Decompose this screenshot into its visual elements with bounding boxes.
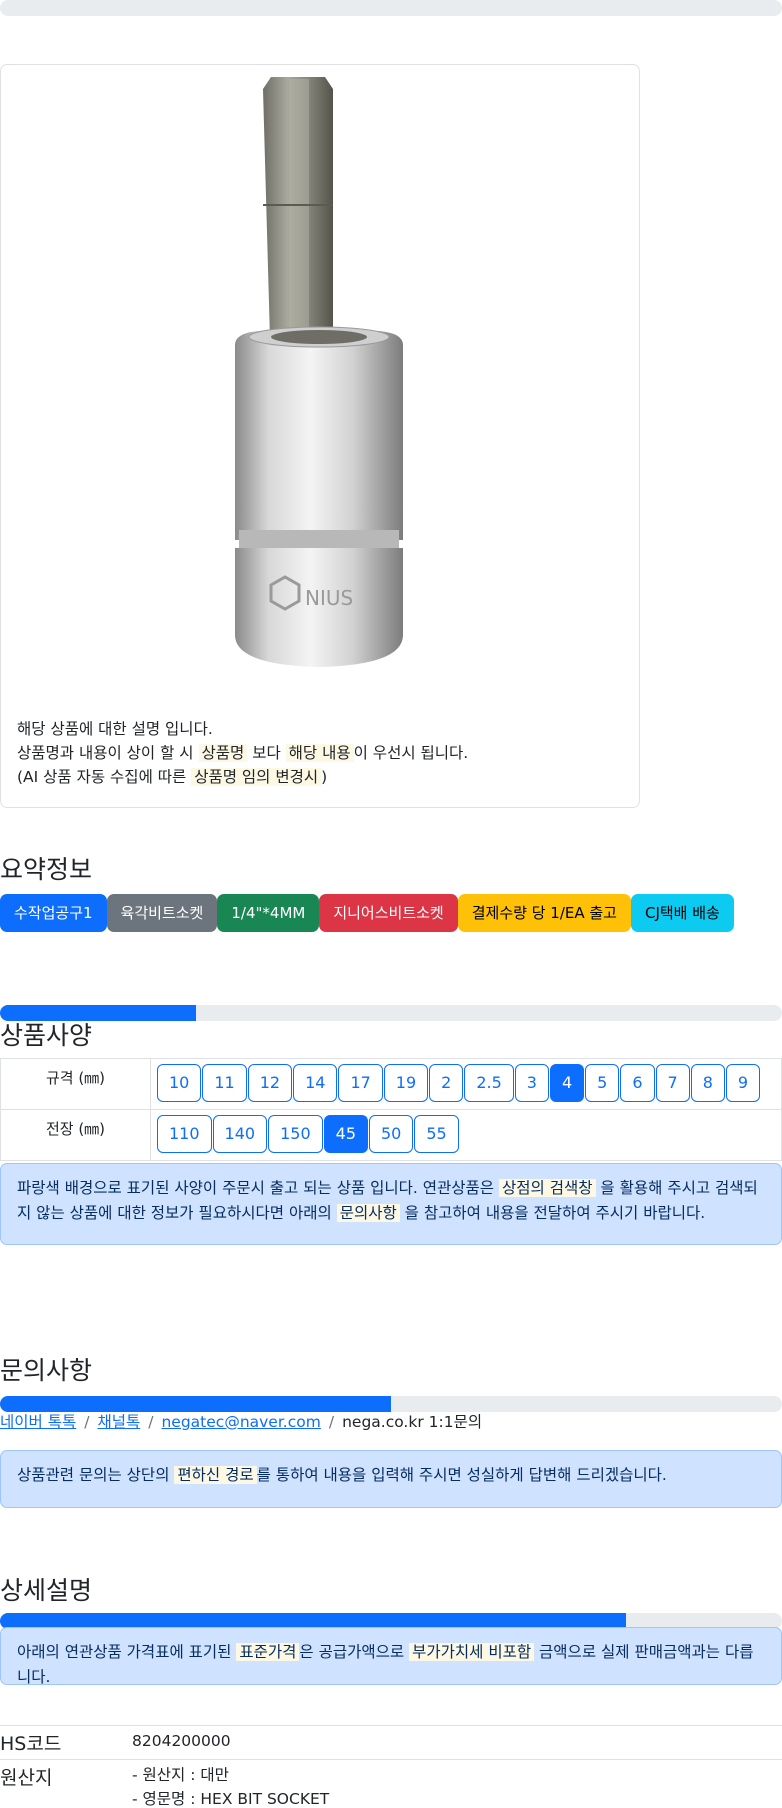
spec-option-size-3[interactable]: 3: [514, 1064, 549, 1102]
spec-options-size: 10 11 12 14 17 19 2 2.5 3 4 5 6 7 8 9: [150, 1058, 782, 1110]
contact-links: 네이버 톡톡 / 채널톡 / negatec@naver.com / nega.co.kr …: [0, 1410, 482, 1432]
spec-option-size-14[interactable]: 14: [293, 1064, 338, 1102]
spec-option-size-17[interactable]: 17: [338, 1064, 383, 1102]
desc-text: ): [321, 768, 328, 786]
email-link[interactable]: negatec@naver.com: [161, 1413, 320, 1431]
separator: /: [148, 1413, 154, 1431]
desc-text: 상품명과 내용이 상이 할 시: [17, 744, 199, 762]
spec-option-size-10[interactable]: 10: [157, 1064, 202, 1102]
detail-alert: 아래의 연관상품 가격표에 표기된 표준가격 은 공급가액으로 부가가치세 비포함…: [0, 1627, 782, 1686]
product-card: NIUS 해당 상품에 대한 설명 입니다. 상품명과 내용이 상이 할 시 상…: [0, 64, 640, 808]
inquiry-title: 문의사항: [0, 1356, 93, 1385]
spec-options-length: 110 140 150 45 50 55: [150, 1109, 782, 1161]
top-progress-bar: [0, 0, 782, 16]
alert-text: 은 공급가액으로: [299, 1643, 410, 1661]
origin-line: - 원산지 : 대만: [132, 1766, 229, 1784]
desc-line-1: 해당 상품에 대한 설명 입니다.: [17, 720, 213, 738]
highlight-vat: 부가가치세 비포함: [409, 1643, 535, 1661]
naver-talk-link[interactable]: 네이버 톡톡: [0, 1413, 76, 1431]
badge-quantity: 결제수량 당 1/EA 출고: [457, 894, 631, 932]
summary-progress-bar: [0, 1005, 782, 1021]
alert-text: 를 통하여 내용을 입력해 주시면 성실하게 답변해 드리겠습니다.: [256, 1466, 667, 1484]
top-progress-fill: [0, 0, 782, 16]
desc-text: (AI 상품 자동 수집에 따른: [17, 768, 192, 786]
desc-text: 이 우선시 됩니다.: [353, 744, 469, 762]
detail-title: 상세설명: [0, 1576, 93, 1605]
inquiry-alert: 상품관련 문의는 상단의 편하신 경로 를 통하여 내용을 입력해 주시면 성실하…: [0, 1450, 782, 1508]
spec-option-size-2[interactable]: 2: [429, 1064, 464, 1102]
summary-title: 요약정보: [0, 855, 93, 884]
spec-option-length-45[interactable]: 45: [323, 1115, 368, 1153]
spec-option-size-9[interactable]: 9: [725, 1064, 761, 1102]
spec-option-size-8[interactable]: 8: [690, 1064, 725, 1102]
highlight-rename: 상품명 임의 변경시: [191, 768, 322, 786]
spec-alert: 파랑색 배경으로 표기된 사양이 주문시 출고 되는 상품 입니다. 연관상품은…: [0, 1163, 782, 1245]
spec-option-length-55[interactable]: 55: [414, 1115, 459, 1153]
hs-code-label: HS코드: [0, 1725, 132, 1760]
spec-option-length-140[interactable]: 140: [212, 1115, 268, 1153]
alert-text: 아래의 연관상품 가격표에 표기된: [17, 1643, 237, 1661]
highlight-content: 해당 내용: [285, 744, 354, 762]
separator: /: [84, 1413, 90, 1431]
spec-option-length-150[interactable]: 150: [268, 1115, 323, 1153]
summary-badges: 수작업공구1 육각비트소켓 1/4"*4MM 지니어스비트소켓 결제수량 당 1…: [0, 894, 734, 932]
desc-text: 보다: [247, 744, 286, 762]
info-table: HS코드 8204200000 원산지 - 원산지 : 대만 - 영문명 : H…: [0, 1725, 782, 1808]
info-row-hs: HS코드 8204200000: [0, 1725, 782, 1760]
hex-bit-socket-image: NIUS: [235, 77, 403, 667]
spec-option-size-4[interactable]: 4: [549, 1064, 585, 1102]
spec-row-length: 전장 (㎜) 110 140 150 45 50 55: [0, 1109, 782, 1161]
english-name-line: - 영문명 : HEX BIT SOCKET: [132, 1790, 330, 1808]
spec-option-size-2.5[interactable]: 2.5: [464, 1064, 514, 1102]
product-description: 해당 상품에 대한 설명 입니다. 상품명과 내용이 상이 할 시 상품명 보다…: [17, 717, 468, 789]
spec-option-size-6[interactable]: 6: [620, 1064, 655, 1102]
hs-code-value: 8204200000: [132, 1725, 782, 1760]
highlight-route: 편하신 경로: [174, 1466, 257, 1484]
origin-value: - 원산지 : 대만 - 영문명 : HEX BIT SOCKET: [132, 1759, 782, 1808]
desc-line-2: 상품명과 내용이 상이 할 시 상품명 보다 해당 내용 이 우선시 됩니다.: [17, 741, 468, 765]
alert-text: 을 참고하여 내용을 전달하여 주시기 바랍니다.: [399, 1204, 706, 1222]
badge-category: 수작업공구1: [0, 894, 107, 932]
site-inquiry-text: nega.co.kr 1:1문의: [342, 1413, 483, 1431]
badge-shipping: CJ택배 배송: [630, 894, 734, 932]
highlight-inquiry: 문의사항: [336, 1204, 400, 1222]
alert-text: 상품관련 문의는 상단의: [17, 1466, 175, 1484]
highlight-standard-price: 표준가격: [236, 1643, 300, 1661]
separator: /: [328, 1413, 335, 1431]
badge-size: 1/4"*4MM: [217, 894, 320, 932]
info-row-origin: 원산지 - 원산지 : 대만 - 영문명 : HEX BIT SOCKET: [0, 1759, 782, 1808]
highlight-product-name: 상품명: [198, 744, 248, 762]
spec-option-size-5[interactable]: 5: [585, 1064, 620, 1102]
alert-text: 파랑색 배경으로 표기된 사양이 주문시 출고 되는 상품 입니다. 연관상품은: [17, 1179, 499, 1197]
highlight-search: 상점의 검색창: [499, 1179, 596, 1197]
spec-option-size-19[interactable]: 19: [383, 1064, 429, 1102]
spec-label-length: 전장 (㎜): [0, 1109, 151, 1161]
svg-text:NIUS: NIUS: [305, 586, 353, 610]
spec-label-size: 규격 (㎜): [0, 1058, 151, 1110]
badge-brand: 지니어스비트소켓: [319, 894, 458, 932]
origin-label: 원산지: [0, 1759, 132, 1808]
badge-type: 육각비트소켓: [106, 894, 218, 932]
spec-option-size-11[interactable]: 11: [202, 1064, 247, 1102]
spec-row-size: 규격 (㎜) 10 11 12 14 17 19 2 2.5 3 4 5 6 7 8 9: [0, 1058, 782, 1110]
spec-option-length-110[interactable]: 110: [157, 1115, 212, 1153]
spec-option-size-12[interactable]: 12: [247, 1064, 293, 1102]
spec-option-size-7[interactable]: 7: [655, 1064, 690, 1102]
spec-option-length-50[interactable]: 50: [369, 1115, 414, 1153]
spec-table: 규격 (㎜) 10 11 12 14 17 19 2 2.5 3 4 5 6 7 8 9 전장 (㎜) 11…: [0, 1058, 782, 1161]
desc-line-3: (AI 상품 자동 수집에 따른 상품명 임의 변경시): [17, 765, 468, 789]
spec-title: 상품사양: [0, 1021, 93, 1050]
channel-talk-link[interactable]: 채널톡: [97, 1413, 140, 1431]
